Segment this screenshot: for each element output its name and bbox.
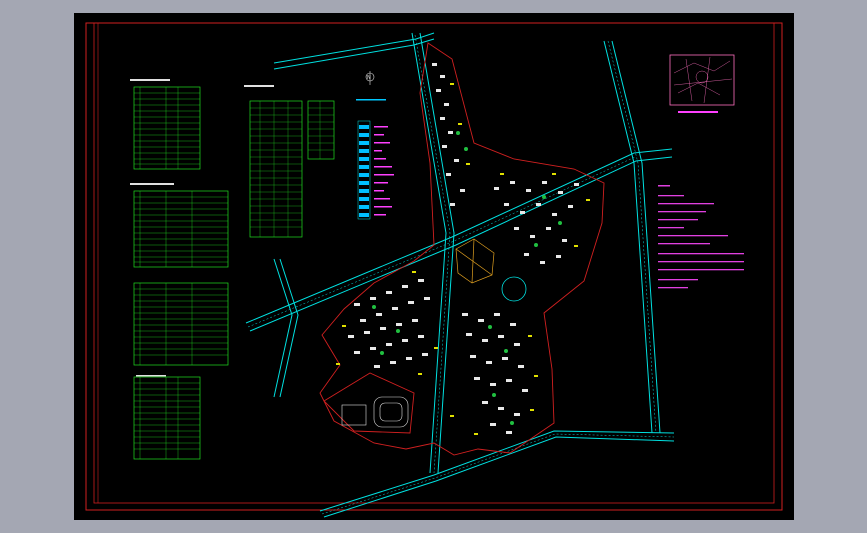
central-plaza bbox=[455, 238, 495, 284]
svg-text:N: N bbox=[367, 75, 371, 81]
spec-table-3 bbox=[133, 282, 229, 366]
cad-sheet: N bbox=[74, 13, 794, 520]
quota-table bbox=[307, 100, 335, 160]
road-network bbox=[245, 32, 675, 518]
spec-table-2 bbox=[133, 190, 229, 268]
spec-table-4 bbox=[133, 376, 201, 460]
key-plan bbox=[669, 54, 735, 113]
site-boundary bbox=[319, 42, 605, 456]
spec-table-1 bbox=[133, 86, 201, 170]
site-plan-drawing: N bbox=[85, 22, 783, 518]
north-arrow-icon: N bbox=[356, 71, 386, 101]
area-table bbox=[249, 100, 303, 238]
sports-field bbox=[341, 396, 409, 428]
legend-panel bbox=[357, 120, 394, 220]
building-blocks bbox=[336, 63, 590, 435]
design-notes bbox=[658, 185, 744, 289]
